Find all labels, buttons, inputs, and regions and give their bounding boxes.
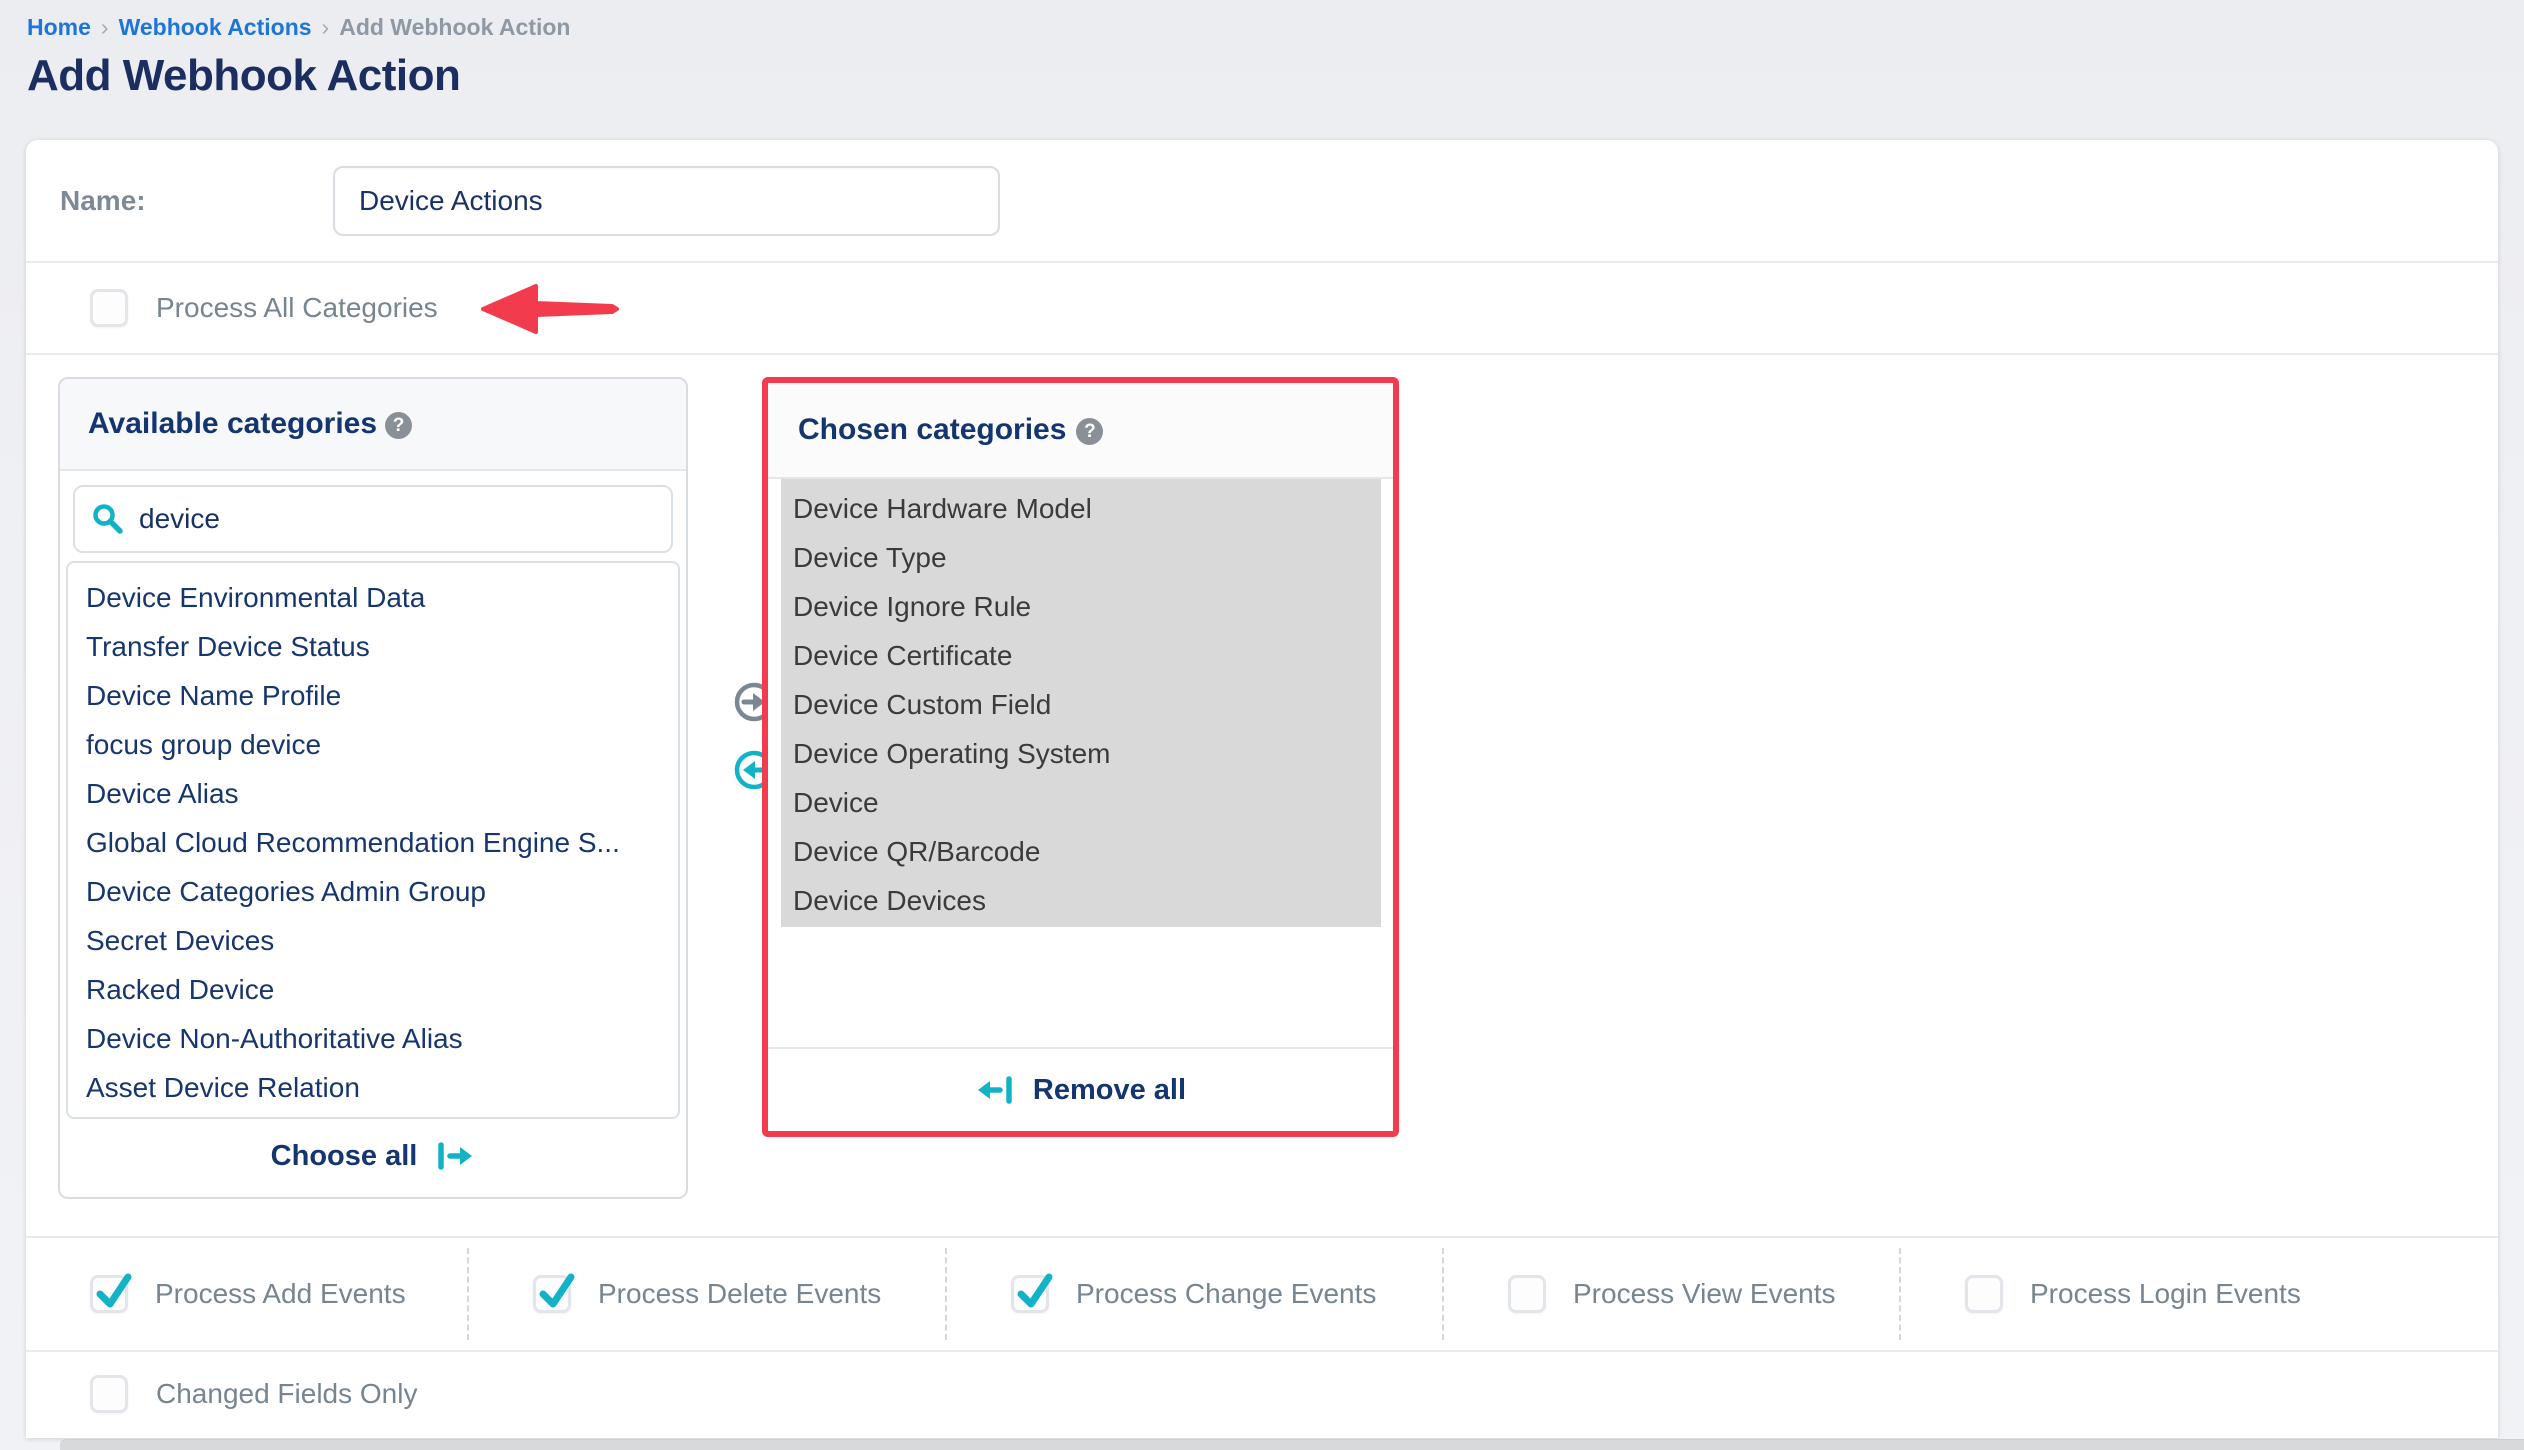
available-search-box[interactable] (73, 485, 673, 553)
available-panel-title: Available categories (88, 407, 377, 441)
available-category-item[interactable]: Device Categories Admin Group (68, 867, 678, 916)
chosen-category-item[interactable]: Device QR/Barcode (781, 827, 1381, 876)
chosen-category-item[interactable]: Device Custom Field (781, 680, 1381, 729)
chosen-category-item[interactable]: Device Devices (781, 876, 1381, 925)
event-checkbox[interactable] (1011, 1275, 1049, 1313)
remove-all-button[interactable]: Remove all (768, 1047, 1393, 1131)
help-icon[interactable]: ? (385, 412, 412, 439)
available-category-item[interactable]: focus group device (68, 720, 678, 769)
chosen-category-item[interactable]: Device Certificate (781, 631, 1381, 680)
available-panel-header: Available categories ? (60, 379, 686, 471)
page-header: Home › Webhook Actions › Add Webhook Act… (0, 0, 2524, 101)
search-icon (91, 502, 125, 536)
checkmark-icon (537, 1269, 577, 1313)
chosen-category-item[interactable]: Device (781, 778, 1381, 827)
process-all-checkbox[interactable] (90, 289, 128, 327)
available-category-item[interactable]: Device Non-Authoritative Alias (68, 1014, 678, 1063)
chosen-panel-header: Chosen categories ? (768, 383, 1393, 479)
breadcrumb: Home › Webhook Actions › Add Webhook Act… (27, 14, 2524, 41)
event-checkbox[interactable] (90, 1275, 128, 1313)
breadcrumb-webhook-actions-link[interactable]: Webhook Actions (119, 14, 312, 41)
chosen-category-item[interactable]: Device Operating System (781, 729, 1381, 778)
page-title: Add Webhook Action (27, 51, 2524, 101)
event-checkbox[interactable] (533, 1275, 571, 1313)
name-input[interactable] (333, 166, 1000, 236)
event-option[interactable]: Process Delete Events (469, 1238, 947, 1350)
available-search-area (60, 471, 686, 553)
name-label: Name: (60, 185, 333, 217)
webhook-form-card: Name: Process All Categories Available c… (26, 140, 2498, 1438)
available-category-item[interactable]: Transfer Device Status (68, 622, 678, 671)
changed-fields-label: Changed Fields Only (156, 1378, 417, 1410)
choose-all-arrow-icon (433, 1139, 475, 1173)
available-categories-panel: Available categories ? Device Environmen… (58, 377, 688, 1199)
available-category-item[interactable]: Racked Device (68, 965, 678, 1014)
choose-all-label: Choose all (271, 1140, 418, 1173)
remove-all-label: Remove all (1033, 1074, 1186, 1107)
available-category-item[interactable]: Global Cloud Recommendation Engine S... (68, 818, 678, 867)
process-all-row: Process All Categories (26, 263, 2498, 355)
breadcrumb-separator: › (322, 14, 330, 41)
breadcrumb-current: Add Webhook Action (339, 14, 570, 41)
available-category-item[interactable]: Asset Device Relation (68, 1063, 678, 1112)
chosen-category-item[interactable]: Device Ignore Rule (781, 582, 1381, 631)
process-events-row: Process Add Events Process Delete Events (26, 1238, 2498, 1352)
name-row: Name: (26, 140, 2498, 263)
bottom-edge-strip (60, 1439, 2524, 1450)
changed-fields-checkbox[interactable] (90, 1375, 128, 1413)
available-category-item[interactable]: Secret Devices (68, 916, 678, 965)
choose-all-button[interactable]: Choose all (60, 1115, 686, 1197)
breadcrumb-home-link[interactable]: Home (27, 14, 91, 41)
available-search-input[interactable] (139, 503, 655, 535)
changed-fields-row: Changed Fields Only (26, 1352, 2498, 1436)
categories-section: Available categories ? Device Environmen… (26, 355, 2498, 1238)
event-checkbox[interactable] (1965, 1275, 2003, 1313)
available-category-item[interactable]: Device Name Profile (68, 671, 678, 720)
event-checkbox[interactable] (1508, 1275, 1546, 1313)
available-category-item[interactable]: Device Environmental Data (68, 573, 678, 622)
process-all-label: Process All Categories (156, 292, 438, 324)
event-option[interactable]: Process Change Events (947, 1238, 1444, 1350)
chosen-category-item[interactable]: Device Type (781, 533, 1381, 582)
event-option[interactable]: Process Add Events (26, 1238, 469, 1350)
help-icon[interactable]: ? (1076, 418, 1103, 445)
event-label: Process Delete Events (598, 1278, 881, 1310)
event-label: Process Login Events (2030, 1278, 2301, 1310)
breadcrumb-separator: › (101, 14, 109, 41)
chosen-panel-title: Chosen categories (798, 413, 1066, 447)
chosen-category-item[interactable]: Device Hardware Model (781, 484, 1381, 533)
event-label: Process View Events (1573, 1278, 1836, 1310)
event-option[interactable]: Process View Events (1444, 1238, 1901, 1350)
chosen-categories-panel: Chosen categories ? Device Hardware Mode… (762, 377, 1399, 1137)
available-list: Device Environmental Data Transfer Devic… (66, 561, 680, 1119)
event-label: Process Change Events (1076, 1278, 1376, 1310)
event-label: Process Add Events (155, 1278, 406, 1310)
available-category-item[interactable]: Device Alias (68, 769, 678, 818)
chosen-list: Device Hardware Model Device Type Device… (781, 479, 1381, 927)
remove-all-arrow-icon (975, 1073, 1017, 1107)
red-highlight-arrow-icon (480, 283, 620, 335)
checkmark-icon (1015, 1269, 1055, 1313)
event-option[interactable]: Process Login Events (1901, 1238, 2498, 1350)
checkmark-icon (94, 1269, 134, 1313)
